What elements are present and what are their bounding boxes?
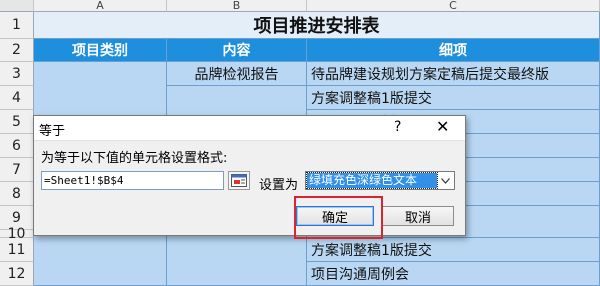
cancel-button[interactable]: 取消	[382, 206, 454, 226]
row-header-10[interactable]: 10	[0, 226, 34, 242]
sheet-title[interactable]: 项目推进安排表	[34, 12, 600, 39]
detail-cell-c3[interactable]: 待品牌建设规划方案定稿后提交最终版	[307, 62, 600, 86]
content-cell-b3[interactable]: 品牌检视报告	[167, 62, 307, 86]
row-header-4[interactable]: 4	[0, 86, 34, 110]
header-detail[interactable]: 细项	[307, 39, 600, 62]
row-header-1[interactable]: 1	[0, 12, 34, 39]
collapse-dialog-icon[interactable]	[228, 171, 250, 190]
dialog-prompt: 为等于以下值的单元格设置格式:	[41, 151, 228, 166]
column-header-b[interactable]: B	[167, 0, 307, 12]
format-selected-value: 绿填充色深绿色文本	[306, 172, 438, 189]
row-header-12[interactable]: 12	[0, 262, 34, 286]
equal-to-dialog: 等于 ? ✕ 为等于以下值的单元格设置格式: =Sheet1!$B$4 设置为 …	[33, 115, 466, 236]
header-content[interactable]: 内容	[167, 39, 307, 62]
column-header-a[interactable]: A	[34, 0, 167, 12]
row-header-7[interactable]: 7	[0, 158, 34, 182]
row-header-11[interactable]: 11	[0, 238, 34, 262]
row-header-5[interactable]: 5	[0, 110, 34, 134]
dialog-title: 等于	[39, 124, 66, 139]
ok-button[interactable]: 确定	[296, 206, 374, 226]
select-all-corner[interactable]	[0, 0, 34, 12]
detail-cell-c4[interactable]: 方案调整稿1版提交	[307, 86, 600, 110]
dialog-title-bar[interactable]: 等于 ? ✕	[34, 116, 465, 141]
close-icon[interactable]: ✕	[436, 117, 449, 136]
row-header-8[interactable]: 8	[0, 182, 34, 206]
help-icon[interactable]: ?	[394, 119, 401, 135]
set-as-label: 设置为	[259, 178, 299, 193]
detail-cell-c12[interactable]: 项目沟通周例会	[307, 262, 600, 286]
detail-cell-c11[interactable]: 方案调整稿1版提交	[307, 238, 600, 262]
format-select[interactable]: 绿填充色深绿色文本	[305, 171, 455, 190]
header-category[interactable]: 项目类别	[34, 39, 167, 62]
column-header-c[interactable]: C	[307, 0, 600, 12]
row-header-6[interactable]: 6	[0, 134, 34, 158]
row-header-3[interactable]: 3	[0, 62, 34, 86]
reference-input[interactable]: =Sheet1!$B$4	[41, 171, 224, 190]
chevron-down-icon[interactable]	[437, 173, 453, 188]
row-header-2[interactable]: 2	[0, 39, 34, 62]
